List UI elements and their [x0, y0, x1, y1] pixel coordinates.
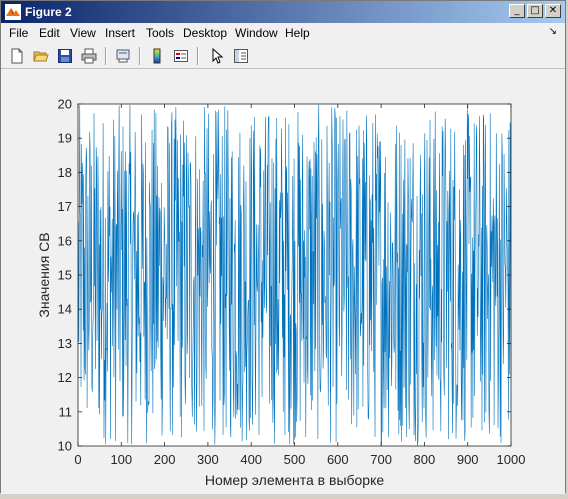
y-tick-label: 13	[58, 336, 72, 351]
y-tick-label: 20	[58, 97, 72, 112]
printer-icon	[81, 48, 97, 64]
matlab-logo-icon	[5, 4, 21, 20]
x-tick-label: 700	[370, 452, 392, 467]
insert-colorbar-button[interactable]	[147, 46, 167, 66]
colorbar-icon	[153, 48, 161, 64]
x-tick-label: 900	[457, 452, 479, 467]
x-tick-label: 800	[414, 452, 436, 467]
x-tick-label: 200	[154, 452, 176, 467]
figure-window: Figure 2 _ □ ✕ File Edit View Insert Too…	[0, 0, 566, 494]
pointer-arrow-icon	[212, 48, 224, 64]
x-tick-label: 1000	[497, 452, 526, 467]
toolbar	[1, 43, 565, 69]
menu-desktop[interactable]: Desktop	[183, 26, 227, 40]
maximize-button[interactable]: □	[527, 4, 543, 18]
maximize-icon: □	[530, 5, 540, 16]
edit-plot-button[interactable]	[207, 46, 227, 66]
minimize-button[interactable]: _	[509, 4, 525, 18]
y-tick-label: 12	[58, 370, 72, 385]
figure-canvas: 0 100 200 300 400 500 600 700 800 900 1000 10 11 12 13…	[1, 69, 565, 494]
menu-window[interactable]: Window	[235, 26, 278, 40]
new-file-icon	[11, 48, 23, 64]
dock-arrow-icon[interactable]: ↘	[549, 26, 557, 37]
print-preview-icon	[116, 49, 130, 63]
y-tick-label: 17	[58, 199, 72, 214]
toolbar-separator	[105, 47, 107, 65]
menu-bar: File Edit View Insert Tools Desktop Wind…	[1, 23, 565, 43]
x-tick-label: 500	[284, 452, 306, 467]
open-file-button[interactable]	[31, 46, 51, 66]
x-axis-label: Номер элемента в выборке	[205, 472, 385, 488]
x-tick-label: 300	[197, 452, 219, 467]
close-button[interactable]: ✕	[545, 4, 561, 18]
menu-edit[interactable]: Edit	[39, 26, 60, 40]
y-tick-label: 19	[58, 131, 72, 146]
print-button[interactable]	[79, 46, 99, 66]
title-bar[interactable]: Figure 2 _ □ ✕	[1, 1, 565, 23]
y-tick-label: 18	[58, 165, 72, 180]
y-tick-label: 16	[58, 233, 72, 248]
x-tick-label: 100	[110, 452, 132, 467]
menu-insert[interactable]: Insert	[105, 26, 135, 40]
x-tick-label: 600	[327, 452, 349, 467]
new-figure-button[interactable]	[7, 46, 27, 66]
y-tick-label: 11	[59, 404, 73, 419]
x-tick-label: 0	[74, 452, 81, 467]
toolbar-separator	[139, 47, 141, 65]
menu-file[interactable]: File	[9, 26, 28, 40]
close-icon: ✕	[548, 5, 558, 16]
y-axis-label: Значения СВ	[36, 232, 52, 317]
y-tick-label: 14	[58, 302, 72, 317]
insert-legend-button[interactable]	[171, 46, 191, 66]
menu-view[interactable]: View	[70, 26, 96, 40]
menu-tools[interactable]: Tools	[146, 26, 174, 40]
x-tick-label: 400	[240, 452, 262, 467]
legend-icon	[174, 50, 188, 62]
plot-axes[interactable]: 0 100 200 300 400 500 600 700 800 900 1000 10 11 12 13…	[1, 69, 567, 494]
toolbar-separator	[197, 47, 199, 65]
y-tick-label: 10	[58, 439, 72, 454]
print-preview-button[interactable]	[113, 46, 133, 66]
save-button[interactable]	[55, 46, 75, 66]
menu-help[interactable]: Help	[285, 26, 310, 40]
y-tick-label: 15	[58, 268, 72, 283]
save-icon	[58, 49, 72, 63]
window-controls: _ □ ✕	[509, 4, 561, 18]
plot-tools-icon	[234, 49, 248, 63]
show-plot-tools-button[interactable]	[231, 46, 251, 66]
window-title: Figure 2	[25, 5, 72, 19]
minimize-icon: _	[514, 5, 520, 16]
open-folder-icon	[33, 51, 49, 62]
